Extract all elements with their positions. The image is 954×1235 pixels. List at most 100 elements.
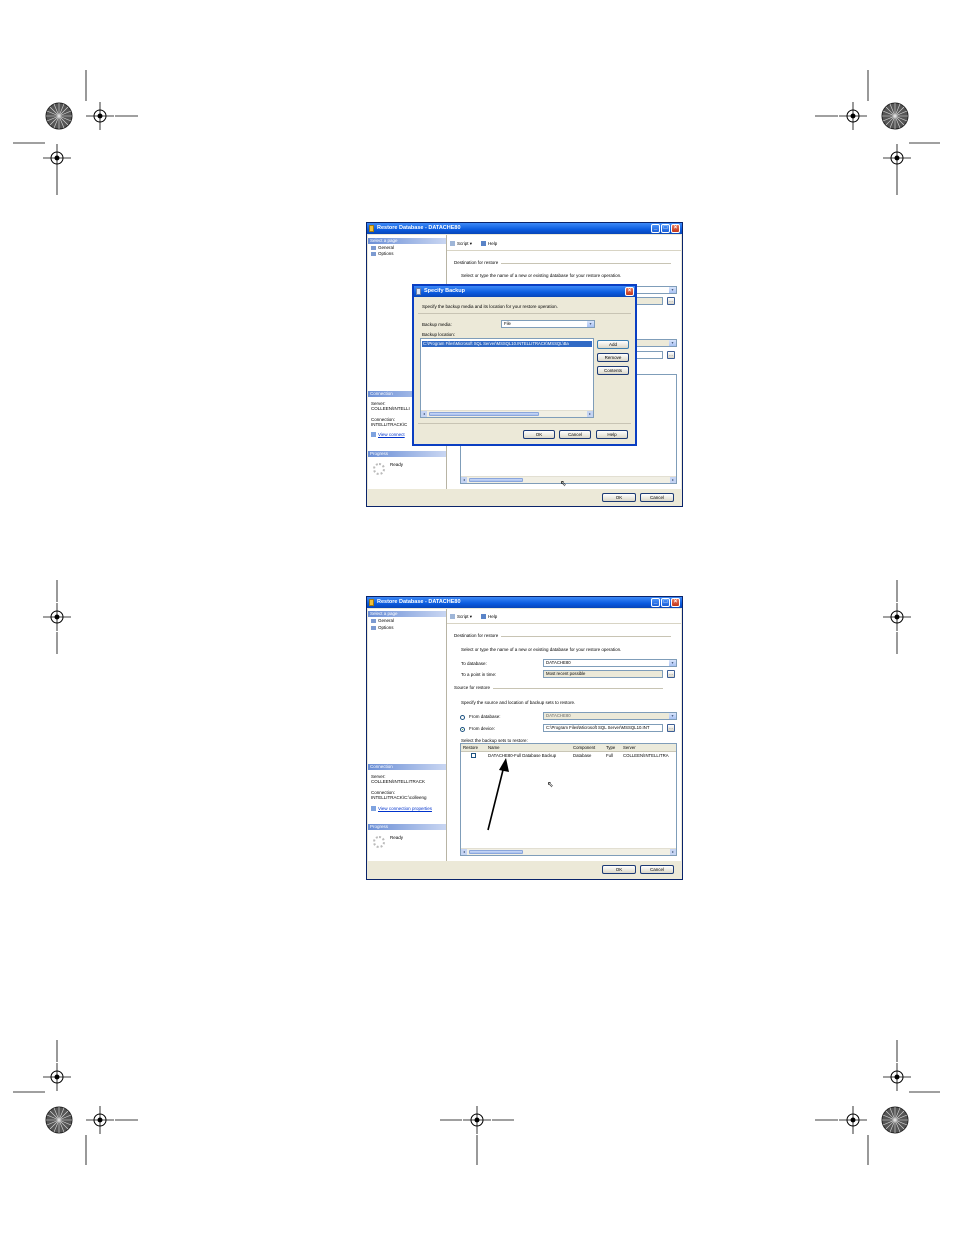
title-bar[interactable]: Restore Database - DATACHE80 _ □ × <box>367 223 682 234</box>
to-database-label: To database: <box>461 661 487 666</box>
column-name[interactable]: Name <box>488 745 499 750</box>
help-button[interactable]: Help <box>481 241 497 247</box>
from-database-label: From database: <box>469 714 501 719</box>
scroll-right-icon[interactable]: ▸ <box>587 411 593 417</box>
destination-hint: Select or type the name of a new or exis… <box>461 647 622 652</box>
remove-button[interactable]: Remove <box>597 353 629 362</box>
source-header: Source for restore <box>454 685 664 690</box>
dialog-cancel-button[interactable]: Cancel <box>559 430 591 439</box>
from-device-radio[interactable] <box>460 727 465 732</box>
help-button[interactable]: Help <box>481 614 497 620</box>
scroll-left-icon[interactable]: ◂ <box>461 477 467 483</box>
contents-button[interactable]: Contents <box>597 366 629 375</box>
page-icon <box>371 245 376 250</box>
point-in-time-browse-button[interactable]: … <box>667 297 675 305</box>
progress-header: Progress <box>368 451 446 457</box>
from-database-combo: DATACHE80 ▾ <box>543 712 677 720</box>
column-server[interactable]: Server <box>623 745 636 750</box>
point-in-time-browse-button[interactable]: … <box>667 670 675 678</box>
view-connection-link[interactable]: View connect <box>371 432 405 438</box>
script-button[interactable]: Script ▾ <box>450 241 472 247</box>
database-icon <box>369 599 374 606</box>
database-icon <box>369 225 374 232</box>
annotation-arrow-icon <box>487 758 509 831</box>
minimize-icon[interactable]: _ <box>651 598 660 607</box>
registration-target-icon <box>42 143 72 173</box>
restore-checkbox[interactable] <box>471 753 476 758</box>
title-bar[interactable]: Restore Database - DATACHE80 _ □ × <box>367 597 682 608</box>
from-device-browse-button[interactable]: … <box>667 724 675 732</box>
progress-status: Ready <box>390 835 404 840</box>
registration-target-icon <box>882 602 912 632</box>
dialog-title-bar[interactable]: Specify Backup × <box>414 286 635 297</box>
destination-header: Destination for restore <box>454 260 673 265</box>
backup-icon <box>416 288 421 295</box>
horizontal-scrollbar[interactable]: ◂ ▸ <box>421 410 593 417</box>
page-item-general[interactable]: General <box>371 618 394 623</box>
page-icon <box>371 625 376 630</box>
dialog-ok-button[interactable]: OK <box>523 430 555 439</box>
specify-backup-dialog: Specify Backup × Specify the backup medi… <box>412 284 637 446</box>
to-database-combo[interactable]: DATACHE80 ▾ <box>543 659 677 667</box>
scrollbar-thumb[interactable] <box>429 412 539 416</box>
ok-button[interactable]: OK <box>602 493 636 502</box>
scroll-left-icon[interactable]: ◂ <box>421 411 427 417</box>
close-icon[interactable]: × <box>671 598 680 607</box>
page-icon <box>371 618 376 623</box>
close-icon[interactable]: × <box>671 224 680 233</box>
connection-value: INTELLITRACK\C:\colleeng <box>371 795 427 800</box>
destination-hint: Select or type the name of a new or exis… <box>461 273 622 278</box>
add-button[interactable]: Add <box>597 340 629 349</box>
mouse-pointer-icon: ⇖ <box>560 479 567 488</box>
connection-value: INTELLITRACK\C <box>371 422 408 427</box>
registration-star-icon <box>881 1106 909 1134</box>
properties-icon <box>371 432 376 438</box>
window-title: Restore Database - DATACHE80 <box>377 599 461 605</box>
script-button[interactable]: Script ▾ <box>450 614 472 620</box>
column-component[interactable]: Component <box>573 745 595 750</box>
registration-star-icon <box>45 1106 73 1134</box>
scroll-right-icon[interactable]: ▸ <box>670 477 676 483</box>
page-item-options[interactable]: Options <box>371 625 394 630</box>
dialog-title: Specify Backup <box>424 288 465 294</box>
cancel-button[interactable]: Cancel <box>640 865 674 874</box>
ok-button[interactable]: OK <box>602 865 636 874</box>
row-server: COLLEEN\INTELLITRA <box>623 753 669 758</box>
registration-target-icon <box>882 1062 912 1092</box>
column-type[interactable]: Type <box>606 745 615 750</box>
scroll-left-icon[interactable]: ◂ <box>461 849 467 855</box>
from-database-radio[interactable] <box>460 715 465 720</box>
from-device-browse-button[interactable]: … <box>667 351 675 359</box>
registration-target-icon <box>42 1062 72 1092</box>
page-icon <box>371 251 376 256</box>
row-type: Full <box>606 753 613 758</box>
scrollbar-thumb[interactable] <box>469 850 523 854</box>
row-component: Database <box>573 753 592 758</box>
backup-location-list[interactable]: C:\Program Files\Microsoft SQL Server\MS… <box>420 338 594 418</box>
scroll-right-icon[interactable]: ▸ <box>670 849 676 855</box>
registration-star-icon <box>45 102 73 130</box>
progress-spinner-icon <box>373 463 385 475</box>
backup-location-label: Backup location: <box>422 332 456 337</box>
point-in-time-field: Most recent possible <box>543 670 663 678</box>
properties-icon <box>371 806 376 812</box>
scrollbar-thumb[interactable] <box>469 478 523 482</box>
cancel-button[interactable]: Cancel <box>640 493 674 502</box>
maximize-icon[interactable]: □ <box>661 598 670 607</box>
horizontal-scrollbar[interactable]: ◂ ▸ <box>461 476 676 483</box>
backup-location-item[interactable]: C:\Program Files\Microsoft SQL Server\MS… <box>422 341 592 347</box>
minimize-icon[interactable]: _ <box>651 224 660 233</box>
column-restore[interactable]: Restore <box>463 745 478 750</box>
backup-media-select[interactable]: File ▾ <box>501 320 595 328</box>
page-item-general[interactable]: General <box>371 245 394 250</box>
help-icon <box>481 241 486 247</box>
maximize-icon[interactable]: □ <box>661 224 670 233</box>
registration-target-icon <box>462 1105 492 1135</box>
dialog-help-button[interactable]: Help <box>596 430 628 439</box>
select-page-header: Select a page <box>368 611 446 617</box>
horizontal-scrollbar[interactable]: ◂ ▸ <box>461 848 676 855</box>
close-icon[interactable]: × <box>625 287 634 296</box>
page-item-options[interactable]: Options <box>371 251 394 256</box>
view-connection-link[interactable]: View connection properties <box>371 806 432 812</box>
from-device-field[interactable]: C:\Program Files\Microsoft SQL Server\MS… <box>543 724 663 732</box>
